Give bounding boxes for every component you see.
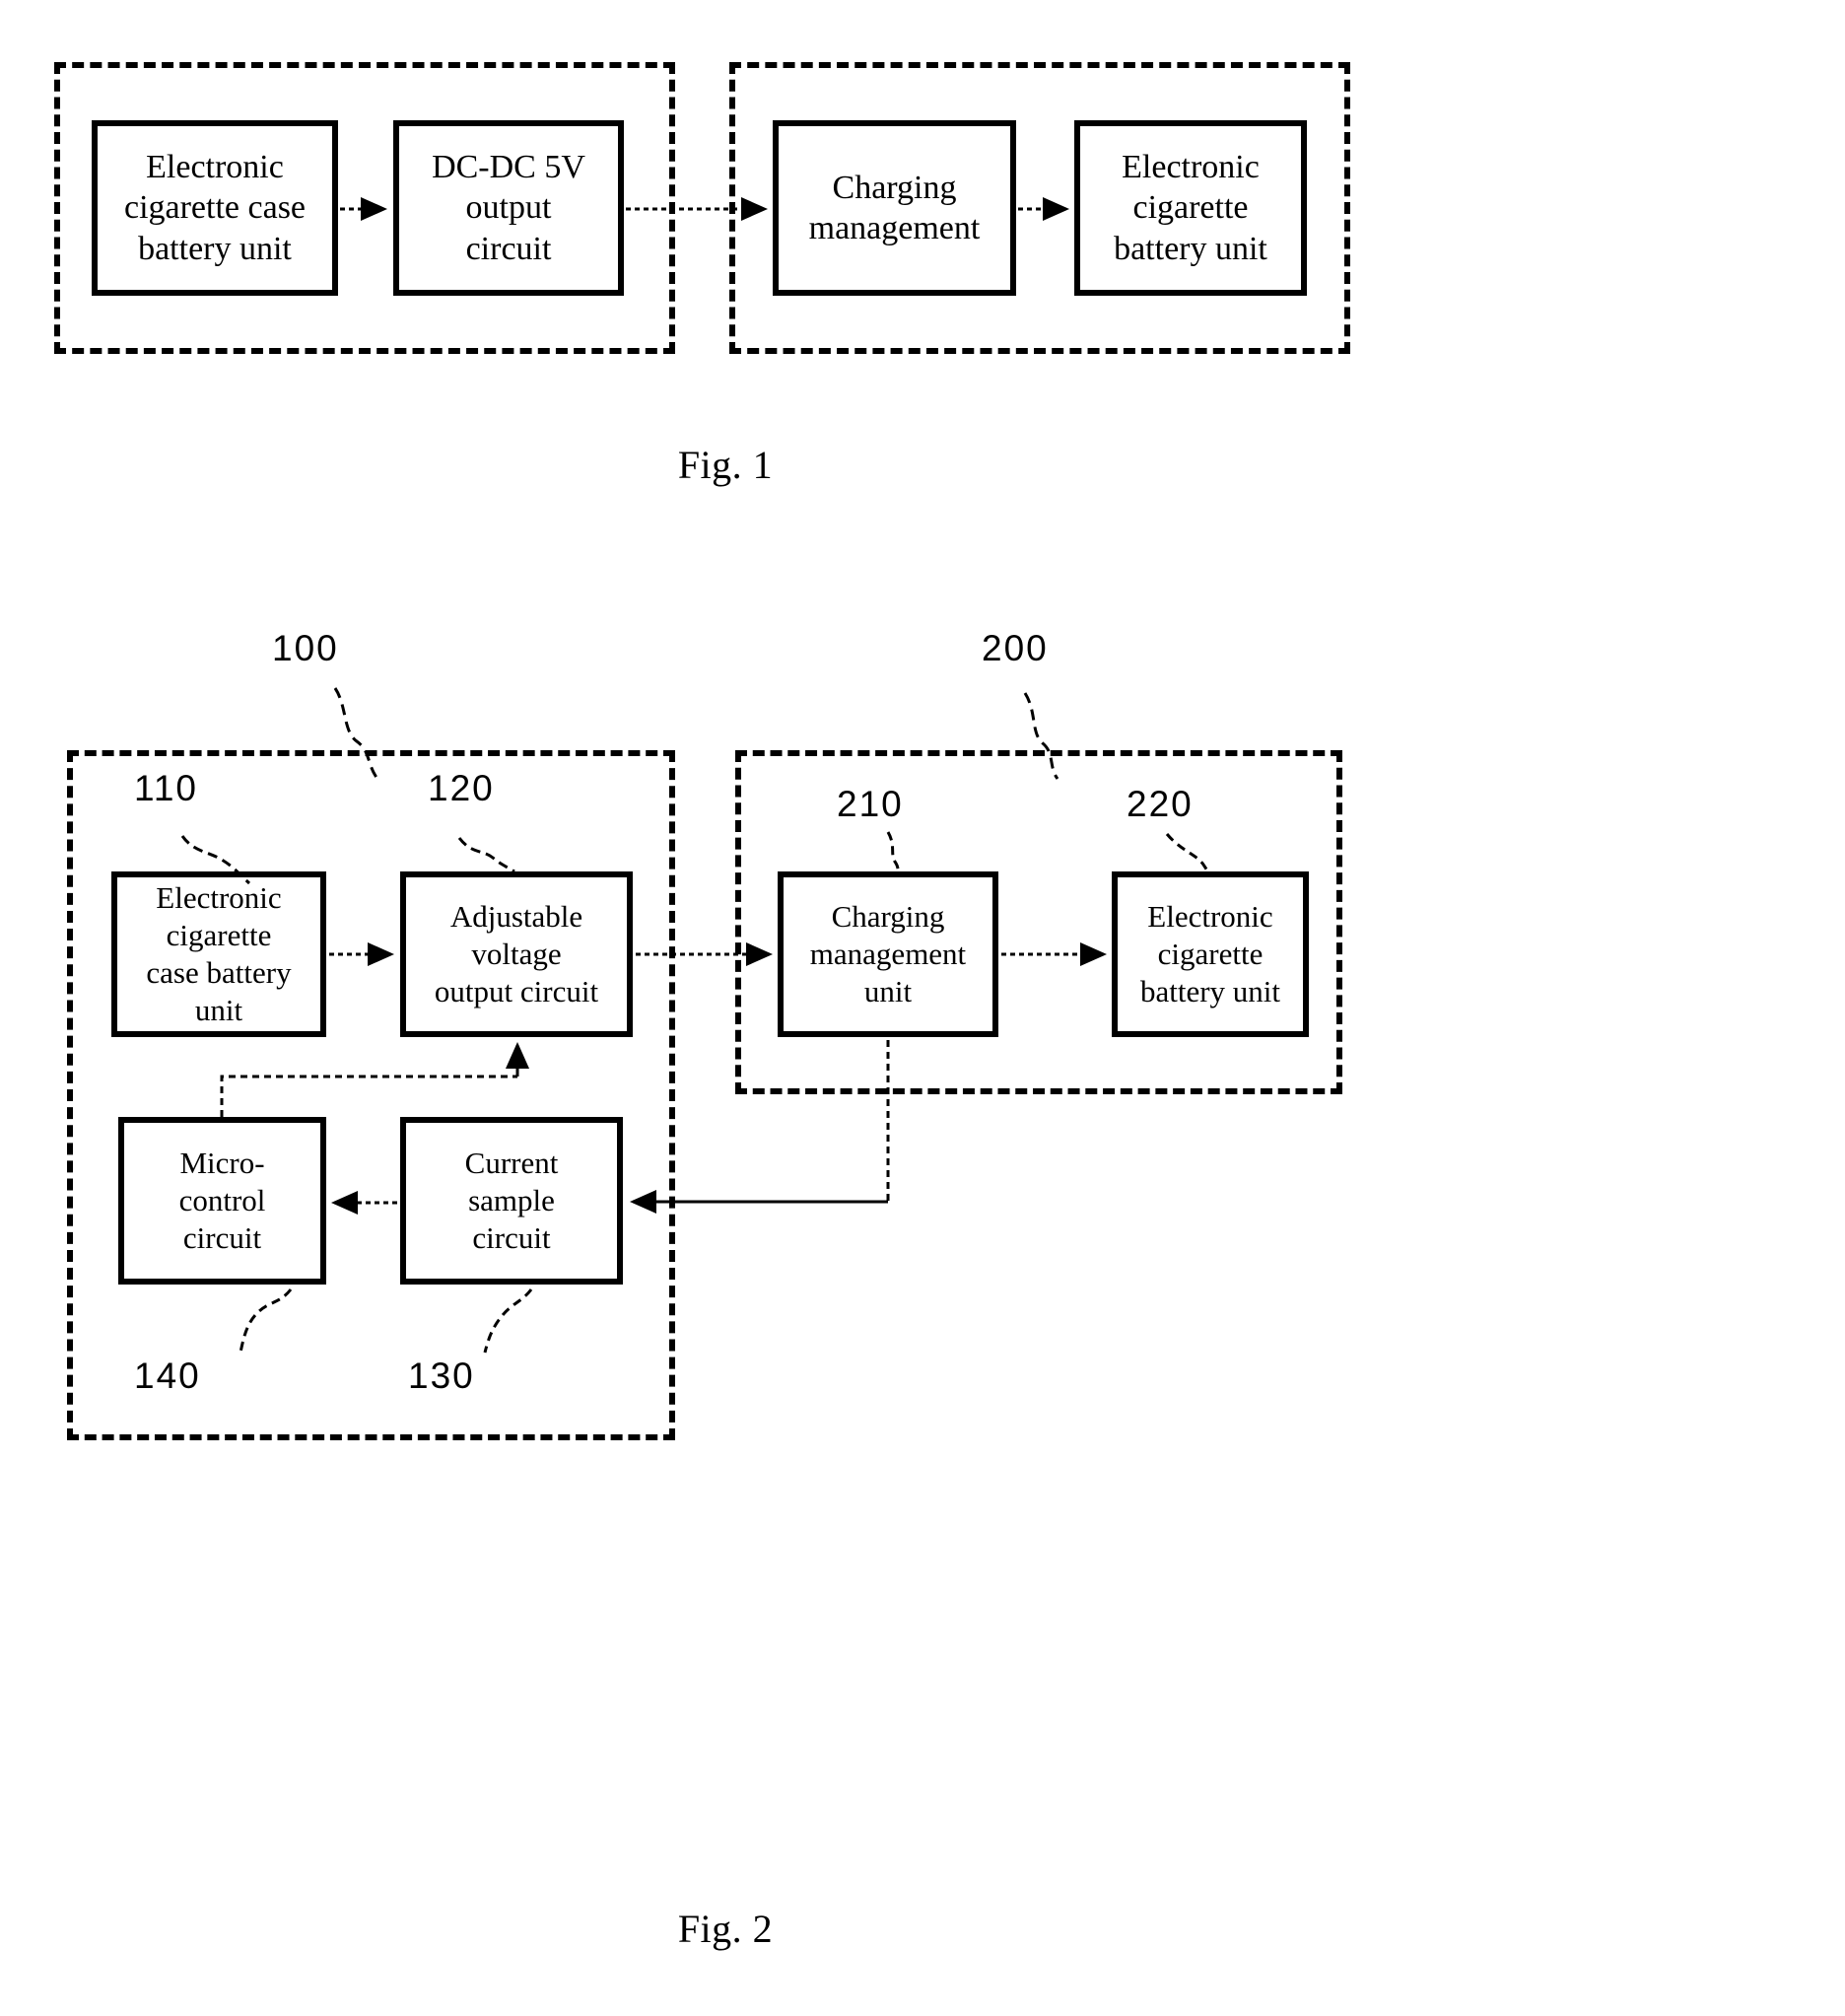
fig2-box-micro-control-circuit-label: Micro- control circuit bbox=[178, 1146, 266, 1255]
ref-numeral-220: 220 bbox=[1127, 784, 1194, 824]
fig1-box-case-battery-unit: Electronic cigarette case battery unit bbox=[92, 120, 338, 296]
fig2-box-charging-management-unit: Charging management unit bbox=[778, 871, 998, 1037]
ref-numeral-130: 130 bbox=[408, 1356, 475, 1396]
fig2-box-current-sample-circuit-label: Current sample circuit bbox=[464, 1146, 559, 1255]
ref-numeral-120: 120 bbox=[428, 768, 495, 808]
fig1-box-charging-management-label: Charging management bbox=[808, 169, 981, 246]
fig1-box-cigarette-battery-unit-label: Electronic cigarette battery unit bbox=[1114, 148, 1267, 267]
ref-numeral-100: 100 bbox=[272, 628, 339, 668]
fig1-box-dcdc-output-circuit: DC-DC 5V output circuit bbox=[393, 120, 624, 296]
ref-numeral-200: 200 bbox=[982, 628, 1049, 668]
fig2-box-cigarette-battery-unit: Electronic cigarette battery unit bbox=[1112, 871, 1309, 1037]
ref-numeral-210: 210 bbox=[837, 784, 904, 824]
fig2-box-micro-control-circuit: Micro- control circuit bbox=[118, 1117, 326, 1285]
fig1-box-dcdc-output-circuit-label: DC-DC 5V output circuit bbox=[432, 148, 585, 267]
fig2-box-case-battery-unit-label: Electronic cigarette case battery unit bbox=[146, 880, 292, 1027]
fig2-box-cigarette-battery-unit-label: Electronic cigarette battery unit bbox=[1139, 899, 1281, 1008]
ref-numeral-140: 140 bbox=[134, 1356, 201, 1396]
ref-numeral-110: 110 bbox=[134, 768, 198, 808]
fig1-box-case-battery-unit-label: Electronic cigarette case battery unit bbox=[123, 148, 307, 267]
fig1-caption: Fig. 1 bbox=[677, 443, 774, 487]
fig2-box-adjustable-voltage-output-circuit-label: Adjustable voltage output circuit bbox=[434, 899, 599, 1008]
fig2-group-left bbox=[67, 750, 675, 1440]
fig2-box-charging-management-unit-label: Charging management unit bbox=[809, 899, 967, 1008]
fig1-box-charging-management: Charging management bbox=[773, 120, 1016, 296]
patent-figure-sheet: Electronic cigarette case battery unit D… bbox=[0, 0, 1845, 2016]
fig2-box-case-battery-unit: Electronic cigarette case battery unit bbox=[111, 871, 326, 1037]
fig2-box-adjustable-voltage-output-circuit: Adjustable voltage output circuit bbox=[400, 871, 633, 1037]
fig1-box-cigarette-battery-unit: Electronic cigarette battery unit bbox=[1074, 120, 1307, 296]
fig2-box-current-sample-circuit: Current sample circuit bbox=[400, 1117, 623, 1285]
fig2-caption: Fig. 2 bbox=[677, 1907, 774, 1951]
